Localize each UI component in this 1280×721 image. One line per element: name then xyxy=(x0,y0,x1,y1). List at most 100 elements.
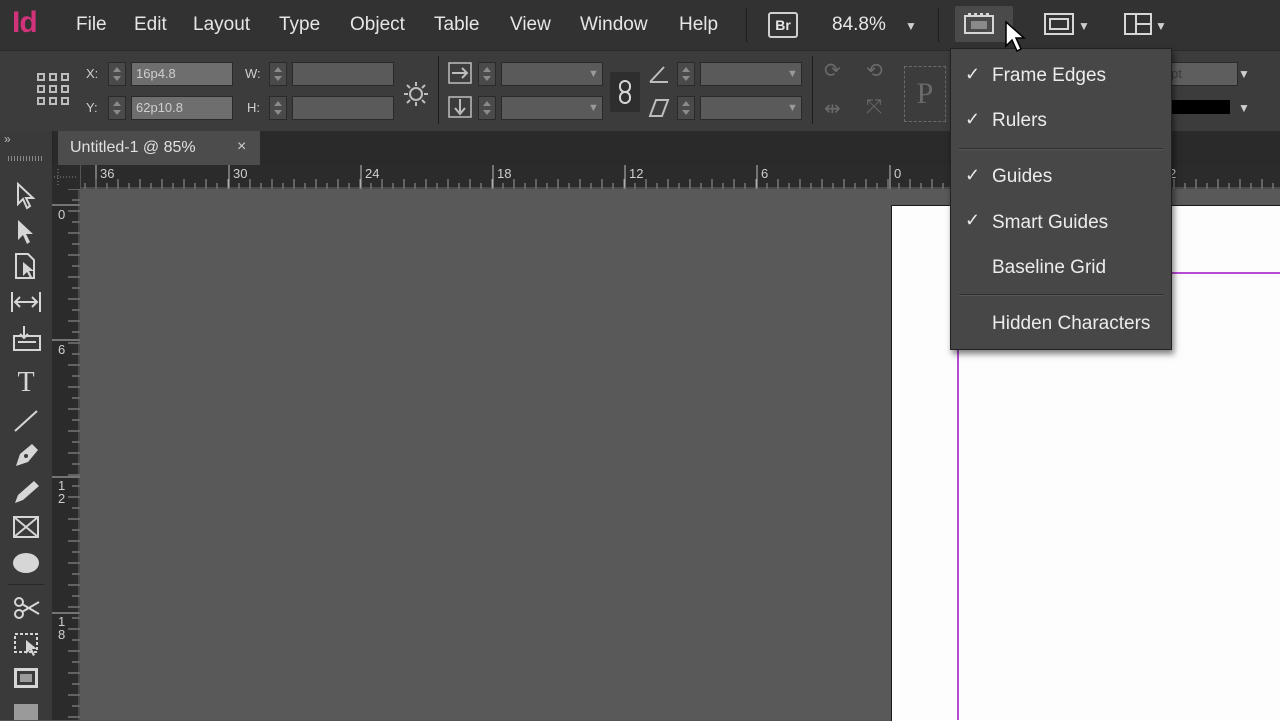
ruler-label: 1 8 xyxy=(58,614,66,642)
check-icon: ✓ xyxy=(965,109,981,129)
pencil-tool-icon[interactable] xyxy=(12,478,42,506)
tools-divider xyxy=(8,584,44,585)
x-field[interactable]: 16p4.8 xyxy=(131,62,233,86)
menu-edit[interactable]: Edit xyxy=(134,14,167,36)
ruler-label: 6 xyxy=(761,166,769,181)
ruler-origin-icon xyxy=(54,169,78,185)
scale-y-chevron-down-icon[interactable]: ▼ xyxy=(588,102,599,114)
gap-tool-icon[interactable] xyxy=(10,290,42,314)
ellipse-tool-icon[interactable] xyxy=(11,550,43,578)
rotate-ccw-icon[interactable]: ⟲ xyxy=(866,58,883,83)
rectangle-frame-tool-icon[interactable] xyxy=(12,514,42,542)
menu-file[interactable]: File xyxy=(76,14,107,36)
menu-view[interactable]: View xyxy=(510,14,551,36)
rotation-chevron-down-icon[interactable]: ▼ xyxy=(787,68,798,80)
y-stepper[interactable] xyxy=(108,96,126,120)
menu-item-label: Frame Edges xyxy=(992,65,1107,86)
menu-item-label: Hidden Characters xyxy=(992,313,1151,334)
scale-x-chevron-down-icon[interactable]: ▼ xyxy=(588,68,599,80)
menu-help[interactable]: Help xyxy=(679,14,718,36)
constrain-proportions-icon[interactable] xyxy=(402,80,430,108)
check-icon: ✓ xyxy=(965,165,981,185)
ruler-origin[interactable] xyxy=(52,165,81,190)
vertical-ruler[interactable]: 0 6 1 2 1 8 xyxy=(52,189,80,720)
stroke-weight-chevron-down-icon[interactable]: ▼ xyxy=(1238,67,1250,81)
type-tool-icon[interactable]: T xyxy=(10,368,42,398)
menu-layout[interactable]: Layout xyxy=(193,14,250,36)
rotation-stepper[interactable] xyxy=(677,62,695,86)
bridge-button[interactable]: Br xyxy=(768,12,798,38)
menu-type[interactable]: Type xyxy=(279,14,320,36)
screen-mode-icon[interactable] xyxy=(1043,12,1077,36)
rotate-cw-icon[interactable]: ⟳ xyxy=(824,58,841,83)
zoom-level[interactable]: 84.8% xyxy=(832,14,886,36)
rotation-field[interactable]: ▼ xyxy=(700,62,802,86)
arrange-documents-icon[interactable] xyxy=(1123,12,1153,36)
y-field[interactable]: 62p10.8 xyxy=(131,96,233,120)
pen-tool-icon[interactable] xyxy=(12,440,42,470)
ruler-label: 0 xyxy=(894,166,902,181)
x-stepper[interactable] xyxy=(108,62,126,86)
shear-field[interactable]: ▼ xyxy=(700,96,802,120)
scale-y-field[interactable]: ▼ xyxy=(501,96,603,120)
w-stepper[interactable] xyxy=(269,62,287,86)
menu-item-smart-guides[interactable]: ✓ Smart Guides xyxy=(951,201,1171,241)
scale-y-stepper[interactable] xyxy=(478,96,496,120)
ruler-label: 1 2 xyxy=(58,478,66,506)
menu-item-baseline-grid[interactable]: Baseline Grid xyxy=(951,247,1171,287)
stroke-type-chevron-down-icon[interactable]: ▼ xyxy=(1238,101,1250,115)
gradient-feather-tool-icon[interactable] xyxy=(12,702,42,720)
paragraph-direction-icon[interactable]: P xyxy=(904,66,946,122)
shear-stepper[interactable] xyxy=(677,96,695,120)
menu-object[interactable]: Object xyxy=(350,14,405,36)
menu-item-label: Smart Guides xyxy=(992,212,1109,233)
stroke-weight-field[interactable]: pt xyxy=(1166,62,1238,86)
ruler-label: 24 xyxy=(365,166,380,181)
h-field[interactable] xyxy=(292,96,394,120)
panel-grip[interactable] xyxy=(8,156,42,161)
arrange-chevron-down-icon[interactable]: ▼ xyxy=(1155,19,1167,33)
scale-y-icon xyxy=(448,96,472,118)
line-tool-icon[interactable] xyxy=(12,408,40,434)
check-icon: ✓ xyxy=(965,64,981,84)
menu-item-guides[interactable]: ✓ Guides xyxy=(951,155,1171,195)
menu-item-hidden-characters[interactable]: Hidden Characters xyxy=(951,303,1171,343)
menu-item-frame-edges[interactable]: ✓ Frame Edges xyxy=(951,55,1171,95)
view-options-menu: ✓ Frame Edges ✓ Rulers ✓ Guides ✓ Smart … xyxy=(950,48,1172,350)
free-transform-tool-icon[interactable] xyxy=(12,630,42,658)
zoom-chevron-down-icon[interactable]: ▼ xyxy=(905,19,917,33)
menu-divider xyxy=(746,8,747,42)
w-field[interactable] xyxy=(292,62,394,86)
page-tool-icon[interactable] xyxy=(13,252,39,282)
menu-item-label: Guides xyxy=(992,166,1053,187)
constrain-scale-button[interactable] xyxy=(610,72,640,112)
selection-tool-icon[interactable] xyxy=(14,182,38,210)
ruler-label: 36 xyxy=(100,166,115,181)
reference-point-icon[interactable] xyxy=(36,72,70,106)
collapse-panel-icon[interactable]: » xyxy=(4,132,11,146)
scissors-tool-icon[interactable] xyxy=(12,594,42,622)
flip-horizontal-icon[interactable]: ⇹ xyxy=(824,96,841,121)
document-tab-title: Untitled-1 @ 85% xyxy=(70,139,196,156)
menu-separator xyxy=(959,294,1163,296)
flip-vertical-icon[interactable]: ⤧ xyxy=(866,96,882,119)
scale-x-icon xyxy=(448,62,472,84)
stroke-type-swatch[interactable] xyxy=(1170,100,1230,114)
menu-item-rulers[interactable]: ✓ Rulers xyxy=(951,101,1171,141)
gradient-swatch-tool-icon[interactable] xyxy=(12,666,42,692)
close-tab-icon[interactable]: × xyxy=(237,138,246,156)
shear-chevron-down-icon[interactable]: ▼ xyxy=(787,102,798,114)
ruler-label: 6 xyxy=(58,342,66,357)
content-collector-icon[interactable] xyxy=(12,324,42,352)
scale-x-stepper[interactable] xyxy=(478,62,496,86)
check-icon: ✓ xyxy=(965,210,981,230)
menu-table[interactable]: Table xyxy=(434,14,479,36)
mouse-cursor-icon xyxy=(1005,20,1026,53)
menu-window[interactable]: Window xyxy=(580,14,648,36)
scale-x-field[interactable]: ▼ xyxy=(501,62,603,86)
screen-mode-chevron-down-icon[interactable]: ▼ xyxy=(1078,19,1090,33)
h-stepper[interactable] xyxy=(269,96,287,120)
x-value: 16p4.8 xyxy=(136,66,176,81)
direct-selection-tool-icon[interactable] xyxy=(14,218,38,246)
ruler-label: 0 xyxy=(58,207,66,222)
